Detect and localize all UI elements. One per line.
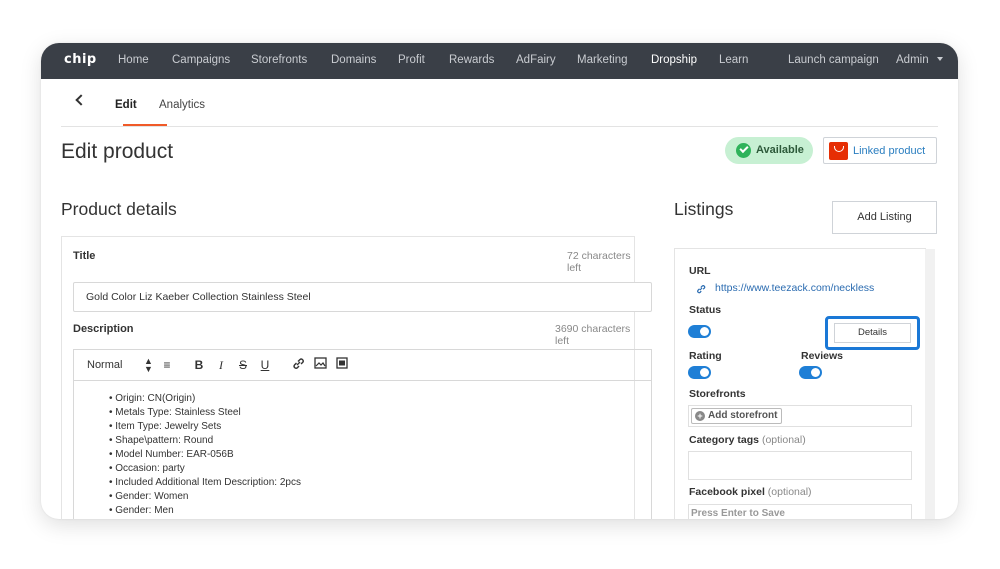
add-listing-button[interactable]: Add Listing bbox=[832, 201, 937, 234]
aliexpress-icon bbox=[829, 142, 848, 160]
align-icon[interactable]: ≡ bbox=[159, 357, 175, 373]
chip-logo[interactable]: chip bbox=[64, 52, 97, 67]
storefronts-field: + Add storefront bbox=[688, 405, 912, 427]
product-details-panel: Title 72 characters left Description 369… bbox=[61, 236, 652, 519]
editor-toolbar: Normal ▲ ▼ ≡ B I S U bbox=[73, 349, 652, 381]
scrollbar[interactable] bbox=[925, 249, 935, 519]
nav-marketing[interactable]: Marketing bbox=[577, 54, 628, 66]
description-editor[interactable]: Origin: CN(Origin) Metals Type: Stainles… bbox=[73, 380, 652, 519]
facebook-pixel-text: Facebook pixel bbox=[689, 486, 765, 498]
rating-label: Rating bbox=[689, 350, 722, 362]
listings-heading: Listings bbox=[674, 199, 734, 219]
video-icon[interactable] bbox=[334, 357, 350, 373]
status-badge-label: Available bbox=[756, 144, 804, 156]
description-list: Origin: CN(Origin) Metals Type: Stainles… bbox=[109, 392, 301, 518]
optional-text: (optional) bbox=[767, 486, 812, 498]
title-char-count: 72 characters left bbox=[567, 250, 631, 274]
select-arrows-icon[interactable]: ▲ ▼ bbox=[144, 357, 153, 374]
category-tags-label: Category tags (optional) bbox=[689, 434, 806, 446]
list-item: Model Number: EAR-056B bbox=[109, 448, 301, 462]
reviews-toggle[interactable] bbox=[799, 366, 822, 379]
chevron-down-icon[interactable] bbox=[937, 57, 943, 61]
page-title: Edit product bbox=[61, 140, 174, 163]
strikethrough-button[interactable]: S bbox=[235, 357, 251, 373]
link-icon[interactable] bbox=[290, 357, 306, 373]
nav-rewards[interactable]: Rewards bbox=[449, 54, 494, 66]
list-item: Included Additional Item Description: 2p… bbox=[109, 476, 301, 490]
tab-analytics[interactable]: Analytics bbox=[159, 99, 205, 111]
underline-button[interactable]: U bbox=[257, 357, 273, 373]
italic-button[interactable]: I bbox=[213, 357, 229, 373]
linked-product-label: Linked product bbox=[853, 145, 926, 157]
status-badge: Available bbox=[725, 137, 813, 164]
list-item: Occasion: party bbox=[109, 462, 301, 476]
nav-campaigns[interactable]: Campaigns bbox=[172, 54, 230, 66]
description-char-count: 3690 characters left bbox=[555, 323, 631, 347]
listing-card: URL https://www.teezack.com/neckless Sta… bbox=[674, 248, 935, 519]
list-item: Gender: Women bbox=[109, 490, 301, 504]
optional-text: (optional) bbox=[761, 434, 806, 446]
category-tags-input[interactable] bbox=[688, 451, 912, 480]
list-item: Shape\pattern: Round bbox=[109, 434, 301, 448]
list-item: Item Type: Jewelry Sets bbox=[109, 420, 301, 434]
rating-toggle[interactable] bbox=[688, 366, 711, 379]
nav-domains[interactable]: Domains bbox=[331, 54, 376, 66]
nav-adfairy[interactable]: AdFairy bbox=[516, 54, 556, 66]
sub-tabs: Edit Analytics bbox=[61, 79, 938, 127]
top-navbar: chip Home Campaigns Storefronts Domains … bbox=[41, 43, 958, 79]
list-item: Origin: CN(Origin) bbox=[109, 392, 301, 406]
storefronts-label: Storefronts bbox=[689, 388, 746, 400]
tab-edit[interactable]: Edit bbox=[115, 99, 137, 111]
nav-learn[interactable]: Learn bbox=[719, 54, 748, 66]
list-item: Metals Type: Stainless Steel bbox=[109, 406, 301, 420]
status-toggle[interactable] bbox=[688, 325, 711, 338]
bold-button[interactable]: B bbox=[191, 357, 207, 373]
title-input[interactable] bbox=[73, 282, 652, 312]
url-label: URL bbox=[689, 265, 711, 277]
check-circle-icon bbox=[736, 143, 751, 158]
status-label: Status bbox=[689, 304, 722, 316]
list-item: Gender: Men bbox=[109, 504, 301, 518]
admin-menu[interactable]: Admin bbox=[896, 54, 929, 66]
nav-profit[interactable]: Profit bbox=[398, 54, 425, 66]
back-arrow-icon[interactable] bbox=[75, 94, 87, 106]
plus-icon: + bbox=[695, 411, 705, 421]
nav-home[interactable]: Home bbox=[118, 54, 149, 66]
active-tab-indicator bbox=[123, 124, 167, 126]
nav-dropship[interactable]: Dropship bbox=[651, 54, 697, 66]
title-label: Title bbox=[73, 250, 96, 262]
details-highlight: Details bbox=[825, 316, 920, 350]
facebook-pixel-input[interactable]: Press Enter to Save bbox=[688, 504, 912, 519]
link-icon bbox=[697, 285, 706, 294]
reviews-label: Reviews bbox=[801, 350, 844, 362]
add-storefront-button[interactable]: + Add storefront bbox=[691, 408, 783, 424]
add-storefront-label: Add storefront bbox=[708, 410, 778, 421]
description-label: Description bbox=[73, 323, 134, 335]
facebook-pixel-label: Facebook pixel (optional) bbox=[689, 486, 812, 498]
image-icon[interactable] bbox=[312, 357, 328, 373]
app-window: chip Home Campaigns Storefronts Domains … bbox=[41, 43, 958, 519]
details-button[interactable]: Details bbox=[834, 323, 911, 343]
linked-product-button[interactable]: Linked product bbox=[823, 137, 937, 164]
nav-storefronts[interactable]: Storefronts bbox=[251, 54, 307, 66]
format-select[interactable]: Normal bbox=[87, 359, 122, 371]
product-details-heading: Product details bbox=[61, 199, 177, 219]
launch-campaign-link[interactable]: Launch campaign bbox=[788, 54, 879, 66]
listing-url-link[interactable]: https://www.teezack.com/neckless bbox=[715, 282, 874, 294]
category-tags-text: Category tags bbox=[689, 434, 760, 446]
